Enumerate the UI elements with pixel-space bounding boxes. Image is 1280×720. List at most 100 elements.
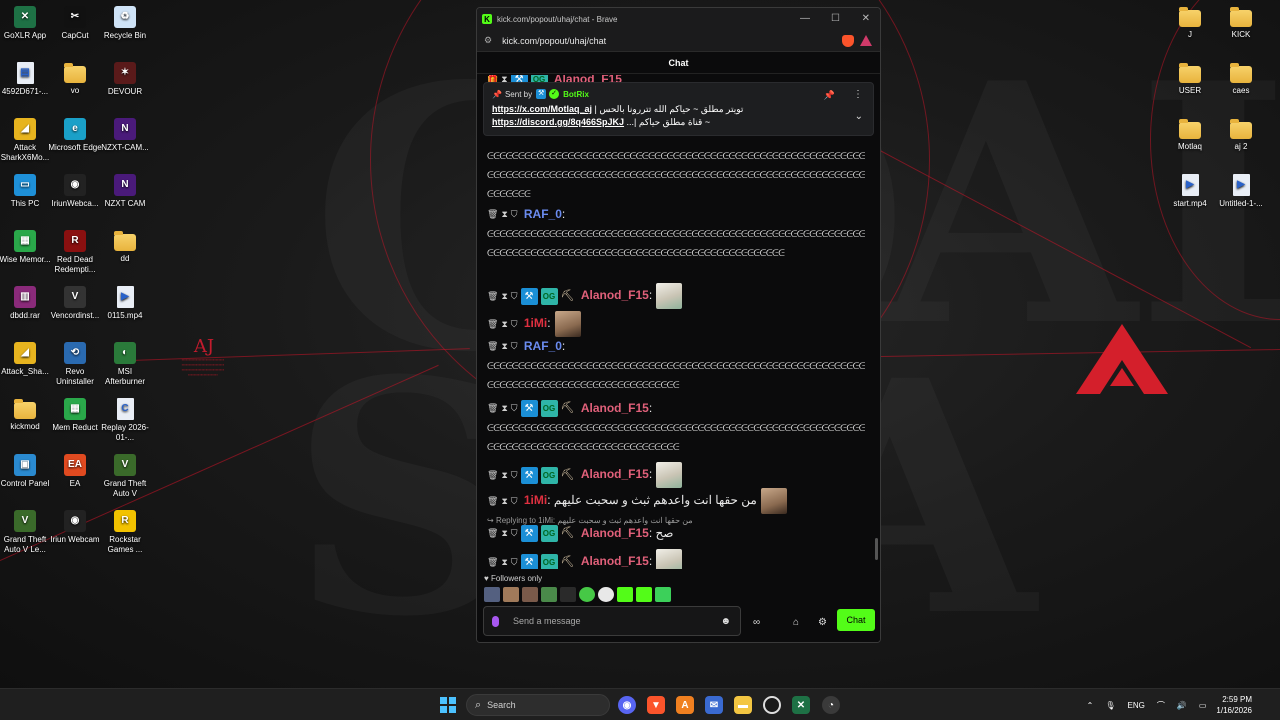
maximize-button[interactable]: ☐ xyxy=(831,13,840,24)
username[interactable]: Alanod_F15 xyxy=(581,401,649,415)
chat-messages[interactable]: 🎁 ⧗ ⚒ OG Alanod_F15 ᕮᕮᕮᕮᕮᕮᕮᕮᕮᕮᕮᕮᕮᕮᕮᕮᕮᕮᕮᕮᕮᕮᕮ… xyxy=(477,75,880,569)
desktop-shortcut[interactable]: ◉ IriunWebca... xyxy=(48,174,102,209)
desktop-shortcut[interactable]: ⟲ Revo Uninstaller xyxy=(48,342,102,387)
windows-start-icon[interactable] xyxy=(440,697,456,713)
desktop-shortcut[interactable]: ♻ Recycle Bin xyxy=(98,6,152,41)
url-text[interactable]: kick.com/popout/uhaj/chat xyxy=(502,36,606,46)
app-active-taskbar-icon[interactable]: ◔ xyxy=(822,696,840,714)
send-chat-button[interactable]: Chat xyxy=(837,609,875,631)
desktop-shortcut[interactable]: ◢ Attack SharkX6Mo... xyxy=(0,118,52,163)
file-explorer-taskbar-icon[interactable]: ▬ xyxy=(734,696,752,714)
wifi-icon[interactable]: ⌒ xyxy=(1157,700,1165,711)
desktop-shortcut[interactable]: ▤ 4592D671-... xyxy=(0,62,52,97)
desktop-shortcut[interactable]: C Replay 2026-01-... xyxy=(98,398,152,443)
close-button[interactable]: ✕ xyxy=(862,13,870,24)
quick-emote[interactable] xyxy=(541,587,557,602)
username[interactable]: RAF_0 xyxy=(524,207,562,221)
window-titlebar[interactable]: K kick.com/popout/uhaj/chat - Brave — ☐ … xyxy=(477,8,880,30)
quick-emote[interactable] xyxy=(655,587,671,602)
desktop-shortcut[interactable]: R Rockstar Games ... xyxy=(98,510,152,555)
desktop-shortcut[interactable]: ◐ MSI Afterburner xyxy=(98,342,152,387)
desktop-shortcut[interactable]: N NZXT-CAM... xyxy=(98,118,152,153)
brave-taskbar-icon[interactable]: ▼ xyxy=(647,696,665,714)
desktop-shortcut[interactable]: N NZXT CAM xyxy=(98,174,152,209)
site-settings-icon[interactable]: ⚙ xyxy=(484,35,492,46)
desktop-shortcut[interactable]: ▶ Untitled-1-... xyxy=(1214,174,1268,209)
iriun-taskbar-icon[interactable] xyxy=(763,696,781,714)
quick-emote[interactable] xyxy=(598,587,614,602)
points-icon[interactable]: ∞ xyxy=(753,617,760,628)
desktop-shortcut[interactable]: Motlaq xyxy=(1163,118,1217,152)
pinned-discord-link[interactable]: https://discord.gg/8q466SpJKJ xyxy=(492,117,624,127)
desktop-shortcut[interactable]: ▣ Control Panel xyxy=(0,454,52,489)
desktop-shortcut[interactable]: ▶ start.mp4 xyxy=(1163,174,1217,209)
desktop-shortcut[interactable]: ✂ CapCut xyxy=(48,6,102,41)
clock[interactable]: 2:59 PM 1/16/2026 xyxy=(1216,694,1252,716)
quick-emote[interactable] xyxy=(503,587,519,602)
desktop-shortcut[interactable]: e Microsoft Edge xyxy=(48,118,102,153)
volume-icon[interactable]: 🔊 xyxy=(1177,701,1187,710)
desktop-shortcut[interactable]: ▥ dbdd.rar xyxy=(0,286,52,321)
desktop-shortcut[interactable]: kickmod xyxy=(0,398,52,432)
desktop-shortcut[interactable]: ◢ Attack_Sha... xyxy=(0,342,52,377)
username[interactable]: RAF_0 xyxy=(524,339,562,353)
desktop-shortcut[interactable]: ✶ DEVOUR xyxy=(98,62,152,97)
outlook-taskbar-icon[interactable]: ✉ xyxy=(705,696,723,714)
settings-gear-icon[interactable]: ⚙ xyxy=(818,617,827,628)
unpin-icon[interactable]: 📌 xyxy=(824,90,835,101)
desktop-shortcut[interactable]: ▭ This PC xyxy=(0,174,52,209)
brave-shields-icon[interactable] xyxy=(842,35,854,47)
username[interactable]: 1iMi xyxy=(524,493,547,507)
expand-chevron-icon[interactable]: ⌄ xyxy=(855,111,863,122)
desktop-shortcut[interactable]: V Grand Theft Auto V Le... xyxy=(0,510,52,555)
desktop-shortcut[interactable]: ▶ 0115.mp4 xyxy=(98,286,152,321)
username[interactable]: Alanod_F15 xyxy=(581,467,649,481)
pinned-sender[interactable]: BotRix xyxy=(563,90,589,99)
message-input-box[interactable]: ☻ xyxy=(483,606,741,636)
discord-taskbar-icon[interactable]: ◉ xyxy=(618,696,636,714)
desktop-shortcut[interactable]: KICK xyxy=(1214,6,1268,40)
emoji-picker-icon[interactable]: ☻ xyxy=(720,616,731,627)
desktop-shortcut[interactable]: V Grand Theft Auto V xyxy=(98,454,152,499)
goxlr-taskbar-icon[interactable]: ✕ xyxy=(792,696,810,714)
taskbar-search[interactable]: ⌕ Search xyxy=(466,694,610,716)
desktop-shortcut[interactable]: ▦ Mem Reduct xyxy=(48,398,102,433)
desktop-shortcut[interactable]: caes xyxy=(1214,62,1268,96)
quick-emote[interactable] xyxy=(617,587,633,602)
desktop-shortcut[interactable]: J xyxy=(1163,6,1217,40)
store-icon[interactable]: ⌂ xyxy=(793,617,799,628)
app-taskbar-icon[interactable]: A xyxy=(676,696,694,714)
microphone-tray-icon[interactable]: 🎙 xyxy=(1105,701,1115,710)
battery-icon[interactable]: ▭ xyxy=(1199,701,1207,710)
desktop-shortcut[interactable]: aj 2 xyxy=(1214,118,1268,152)
microphone-icon[interactable] xyxy=(492,615,499,627)
tray-overflow-chevron-icon[interactable]: ⌃ xyxy=(1087,701,1094,710)
username[interactable]: Alanod_F15 xyxy=(581,288,649,302)
desktop-shortcut[interactable]: USER xyxy=(1163,62,1217,96)
quick-emote[interactable] xyxy=(560,587,576,602)
desktop-shortcut[interactable]: EA EA xyxy=(48,454,102,489)
more-options-icon[interactable]: ⋮ xyxy=(853,89,863,100)
quick-emote[interactable] xyxy=(579,587,595,602)
username[interactable]: Alanod_F15 xyxy=(581,526,649,540)
language-indicator[interactable]: ENG xyxy=(1128,701,1145,710)
quick-emote[interactable] xyxy=(522,587,538,602)
desktop-shortcut[interactable]: ✕ GoXLR App xyxy=(0,6,52,41)
minimize-button[interactable]: — xyxy=(800,13,810,24)
address-bar[interactable]: ⚙ kick.com/popout/uhaj/chat xyxy=(477,30,880,52)
desktop-shortcut[interactable]: V Vencordinst... xyxy=(48,286,102,321)
desktop-shortcut[interactable]: ▦ Wise Memor... xyxy=(0,230,52,265)
chat-scrollbar[interactable] xyxy=(875,538,878,560)
pinned-x-link[interactable]: https://x.com/Motlaq_aj xyxy=(492,104,592,114)
desktop-shortcut[interactable]: ◉ Iriun Webcam xyxy=(48,510,102,545)
brave-rewards-icon[interactable] xyxy=(860,35,872,46)
quick-emote[interactable] xyxy=(636,587,652,602)
username[interactable]: Alanod_F15 xyxy=(581,554,649,568)
desktop-shortcut[interactable]: dd xyxy=(98,230,152,264)
quick-emote[interactable] xyxy=(484,587,500,602)
desktop-shortcut[interactable]: R Red Dead Redempti... xyxy=(48,230,102,275)
message-input[interactable] xyxy=(513,616,703,626)
desktop-shortcut[interactable]: vo xyxy=(48,62,102,96)
username[interactable]: 1iMi xyxy=(524,316,547,330)
pinned-message[interactable]: 📌 Sent by ⚒ ✓ BotRix https://x.com/Motla… xyxy=(483,82,874,136)
